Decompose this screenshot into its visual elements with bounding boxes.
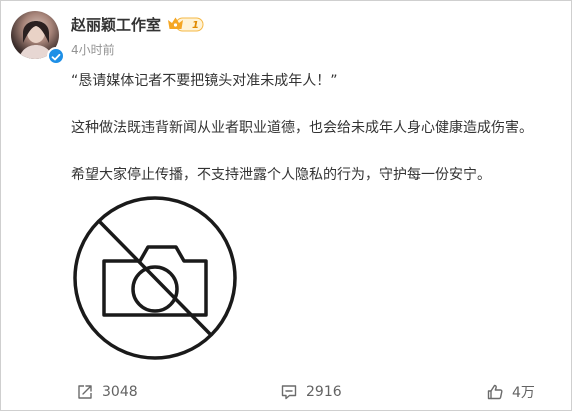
verified-icon [47, 47, 65, 65]
post-paragraph-2: 这种做法既违背新闻从业者职业道德，也会给未成年人身心健康造成伤害。 [71, 120, 533, 136]
badge-level: 1 [192, 20, 199, 31]
post-paragraph-3: 希望大家停止传播，不支持泄露个人隐私的行为，守护每一份安宁。 [71, 167, 491, 183]
share-button[interactable]: 3048 [76, 383, 138, 401]
like-count: 4万 [512, 385, 535, 401]
thumbs-up-icon [487, 384, 503, 400]
member-badge-icon[interactable]: 1 [166, 15, 204, 33]
share-icon [78, 385, 92, 399]
action-bar: 3048 2916 4万 [0, 374, 570, 408]
comment-count: 2916 [306, 384, 342, 400]
post-paragraph-1: “恳请媒体记者不要把镜头对准未成年人！” [71, 73, 338, 89]
no-camera-icon [73, 196, 237, 360]
like-button[interactable]: 4万 [486, 383, 535, 401]
author-name[interactable]: 赵丽颖工作室 [71, 14, 161, 35]
post-image[interactable] [72, 195, 238, 361]
comment-button[interactable]: 2916 [280, 383, 342, 401]
comment-icon [281, 385, 297, 400]
post-time[interactable]: 4小时前 [71, 41, 115, 58]
share-count: 3048 [102, 384, 138, 400]
